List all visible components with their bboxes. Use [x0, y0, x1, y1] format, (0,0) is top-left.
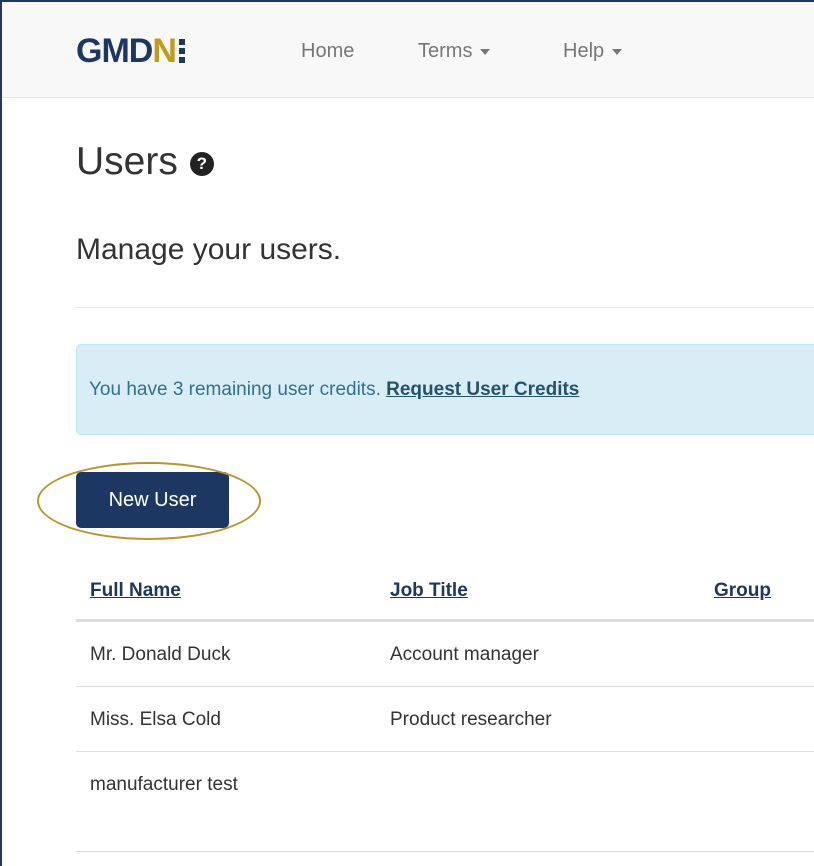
caret-down-icon — [612, 48, 623, 55]
brand-n: N — [152, 32, 177, 70]
question-circle-icon[interactable]: ? — [189, 152, 214, 176]
cell-full-name: Mr. Donald Duck — [90, 644, 231, 665]
caret-down-icon — [480, 48, 491, 55]
brand-text: GMD — [76, 32, 153, 70]
credits-alert-text: You have 3 remaining user credits. — [89, 379, 387, 400]
cell-full-name: manufacturer test — [90, 774, 238, 795]
nav-home-link[interactable]: Home — [301, 40, 354, 62]
page-title: Users ? — [76, 139, 214, 185]
nav-terms-label: Terms — [418, 40, 473, 62]
new-user-button[interactable]: New User — [76, 472, 229, 528]
column-header-job-title[interactable]: Job Title — [390, 580, 468, 602]
nav-help-dropdown[interactable]: Help — [563, 40, 623, 62]
cell-job-title: Product researcher — [390, 709, 552, 730]
top-navbar: GMD N Home Terms Help — [2, 2, 814, 98]
table-row[interactable]: Miss. Elsa Cold Product researcher — [76, 687, 814, 752]
cell-job-title: Account manager — [390, 644, 539, 665]
table-row[interactable]: Mr. Donald Duck Account manager — [76, 622, 814, 687]
column-header-group[interactable]: Group — [714, 580, 771, 602]
table-bottom-border — [76, 851, 814, 852]
app-frame: GMD N Home Terms Help Users ? Manage your… — [0, 0, 814, 866]
request-user-credits-link[interactable]: Request User Credits — [386, 379, 579, 400]
nav-home-label: Home — [301, 40, 355, 62]
logo-bars-icon — [178, 39, 185, 63]
page-subtitle: Manage your users. — [76, 233, 342, 266]
nav-help-label: Help — [563, 40, 605, 62]
header-divider — [76, 307, 814, 308]
table-row[interactable]: manufacturer test — [76, 752, 814, 817]
column-header-full-name[interactable]: Full Name — [90, 580, 181, 602]
page-title-text: Users — [76, 140, 178, 183]
gmdn-logo[interactable]: GMD N — [76, 32, 185, 70]
credits-alert: You have 3 remaining user credits. Reque… — [76, 344, 814, 435]
nav-terms-dropdown[interactable]: Terms — [418, 40, 491, 62]
cell-full-name: Miss. Elsa Cold — [90, 709, 221, 730]
